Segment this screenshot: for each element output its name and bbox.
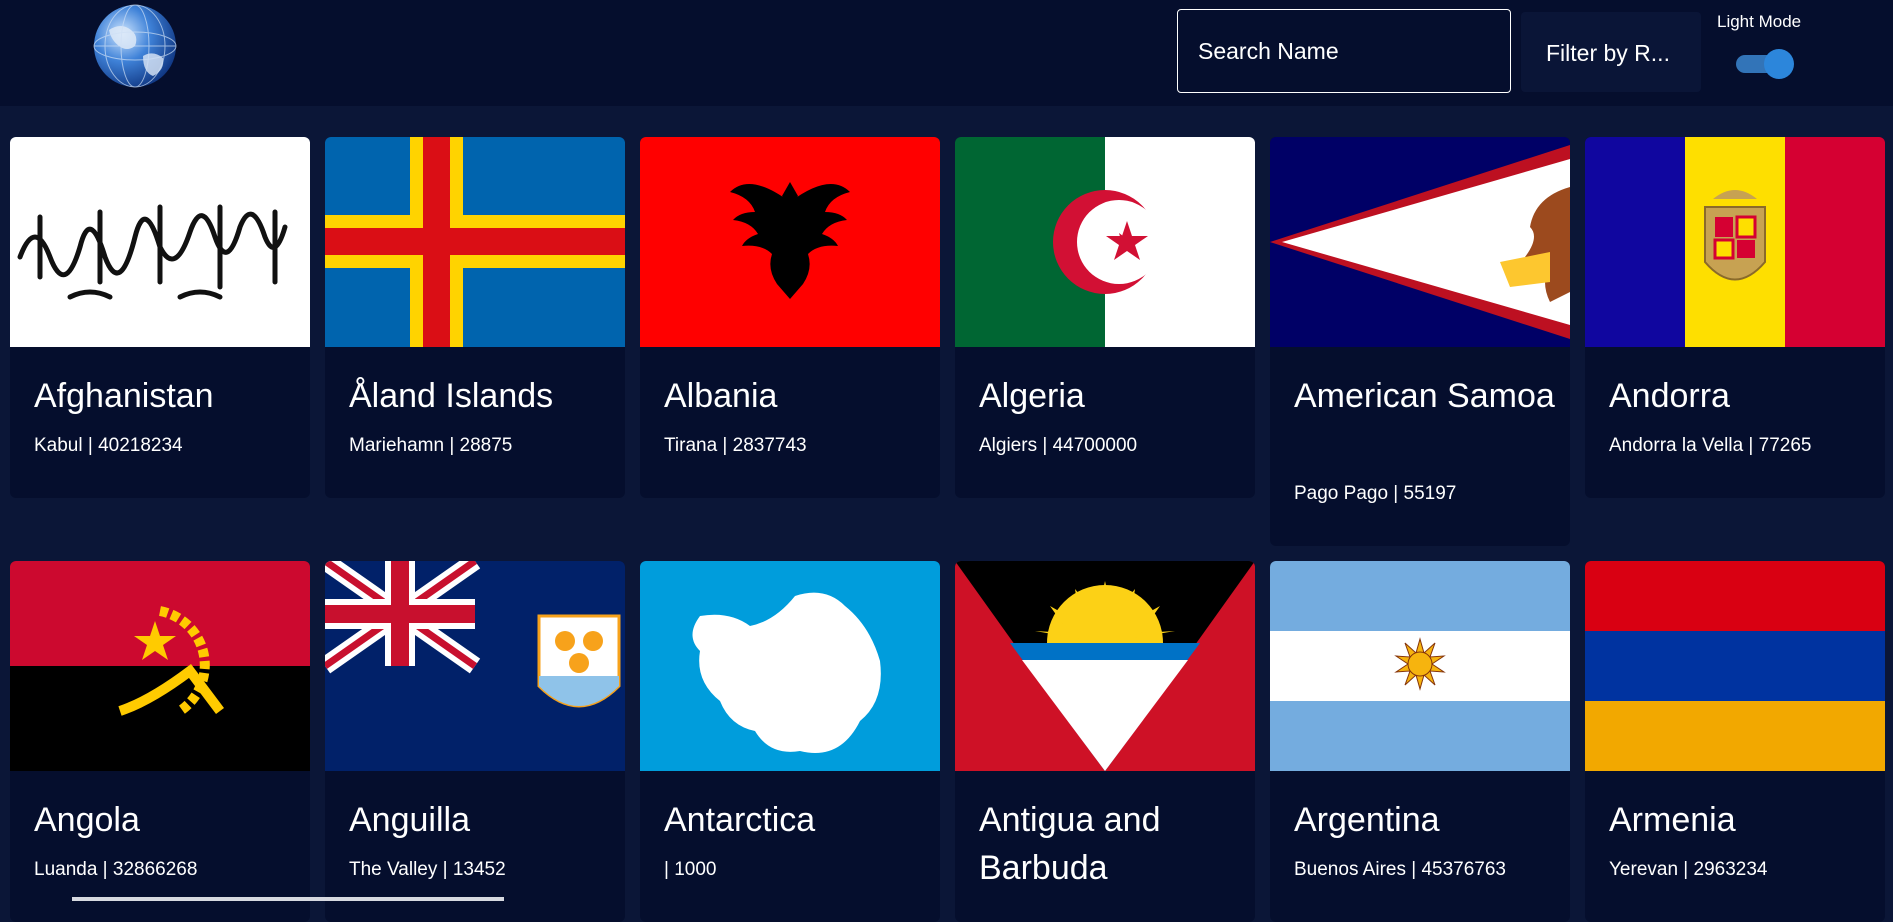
country-name: American Samoa [1294, 377, 1555, 415]
antigua-and-barbuda-flag-icon [955, 561, 1255, 771]
country-capital-population: Andorra la Vella | 77265 [1609, 435, 1812, 456]
country-name: Argentina [1294, 801, 1440, 839]
country-name: Åland Islands [349, 377, 554, 415]
albania-flag-icon [640, 137, 940, 347]
country-capital-population: Kabul | 40218234 [34, 435, 183, 456]
country-card[interactable]: Andorra Andorra la Vella | 77265 [1585, 137, 1885, 498]
algeria-flag-icon [955, 137, 1255, 347]
country-name: Albania [664, 377, 778, 415]
country-capital-population: Yerevan | 2963234 [1609, 859, 1768, 880]
light-mode-label: Light Mode [1717, 12, 1802, 31]
country-card[interactable]: Argentina Buenos Aires | 45376763 [1270, 561, 1570, 922]
globe-icon[interactable] [91, 0, 179, 90]
country-card[interactable]: Armenia Yerevan | 2963234 [1585, 561, 1885, 922]
country-name: Andorra [1609, 377, 1730, 415]
aland-islands-flag-icon [325, 137, 625, 347]
american-samoa-flag-icon [1270, 137, 1570, 347]
country-card[interactable]: Algeria Algiers | 44700000 [955, 137, 1255, 498]
country-card[interactable]: Åland Islands Mariehamn | 28875 [325, 137, 625, 498]
country-card[interactable]: American Samoa Pago Pago | 55197 [1270, 137, 1570, 546]
country-card[interactable]: Anguilla The Valley | 13452 [325, 561, 625, 922]
anguilla-flag-icon [325, 561, 625, 771]
country-card[interactable]: Albania Tirana | 2837743 [640, 137, 940, 498]
country-name: Afghanistan [34, 377, 214, 415]
country-capital-population: Tirana | 2837743 [664, 435, 807, 456]
country-name: Antigua and Barbuda [979, 801, 1161, 887]
country-card[interactable]: Antigua and Barbuda [955, 561, 1255, 922]
country-capital-population: The Valley | 13452 [349, 859, 506, 880]
afghanistan-flag-icon [10, 137, 310, 347]
country-name: Algeria [979, 377, 1085, 415]
country-capital-population: | 1000 [664, 859, 717, 880]
country-card[interactable]: Afghanistan Kabul | 40218234 [10, 137, 310, 498]
top-bar: Filter by R... Light Mode [0, 0, 1893, 106]
armenia-flag-icon [1585, 561, 1885, 771]
angola-flag-icon [10, 561, 310, 771]
toggle-thumb [1764, 49, 1794, 79]
country-name: Anguilla [349, 801, 470, 839]
country-name: Angola [34, 801, 140, 839]
country-card[interactable]: Antarctica | 1000 [640, 561, 940, 922]
region-filter-label: Filter by R... [1546, 40, 1670, 66]
horizontal-scrollbar[interactable] [72, 897, 504, 901]
argentina-flag-icon [1270, 561, 1570, 771]
andorra-flag-icon [1585, 137, 1885, 347]
country-name: Armenia [1609, 801, 1736, 839]
country-capital-population: Luanda | 32866268 [34, 859, 198, 880]
country-capital-population: Algiers | 44700000 [979, 435, 1138, 456]
country-capital-population: Mariehamn | 28875 [349, 435, 513, 456]
region-filter-select[interactable]: Filter by R... [1521, 12, 1701, 92]
light-mode-toggle[interactable] [1736, 48, 1794, 80]
antarctica-flag-icon [640, 561, 940, 771]
country-capital-population: Pago Pago | 55197 [1294, 483, 1457, 504]
country-card[interactable]: Angola Luanda | 32866268 [10, 561, 310, 922]
country-capital-population: Buenos Aires | 45376763 [1294, 859, 1506, 880]
search-input[interactable] [1177, 9, 1511, 93]
country-name: Antarctica [664, 801, 816, 839]
